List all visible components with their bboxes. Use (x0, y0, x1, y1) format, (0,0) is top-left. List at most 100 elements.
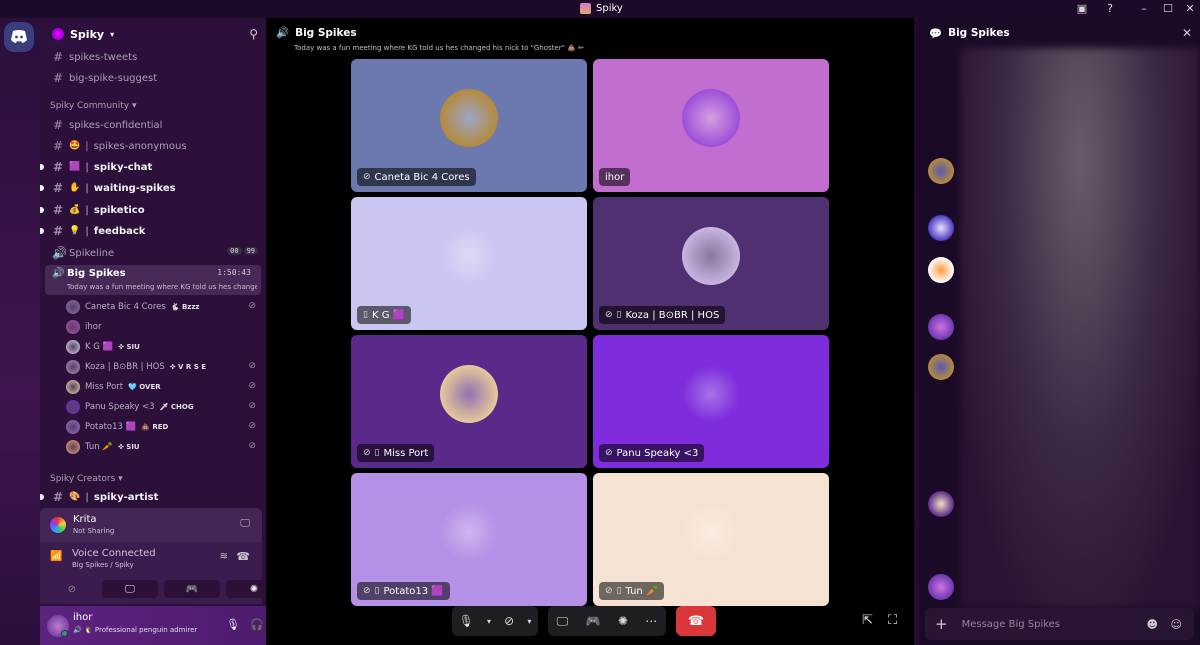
soundboard-icon[interactable]: ✺ (618, 614, 628, 628)
close-icon[interactable]: ✕ (1182, 26, 1192, 40)
participant-tile[interactable]: ihor (593, 59, 829, 192)
category-label: Spiky Creators (50, 474, 116, 484)
mobile-icon: ▯ (374, 448, 380, 458)
video-off-icon[interactable]: ⊘ (504, 614, 514, 628)
voice-member[interactable]: Caneta Bic 4 Cores 🐇 Bzzz ⊘ (66, 297, 262, 317)
separator: | (85, 225, 89, 237)
member-name: Miss Port (85, 382, 124, 392)
voice-member[interactable]: Miss Port 🩵 OVER ⊘ (66, 377, 262, 397)
member-tag: 💩 RED (141, 423, 169, 431)
discord-icon (11, 30, 27, 43)
channel-spikes-anonymous[interactable]: # 🤩 | spikes-anonymous (40, 136, 266, 156)
participant-name: K G 🟪 (371, 309, 406, 321)
participant-name: Koza | B⊙BR | HOS (625, 309, 720, 321)
avatar[interactable] (928, 215, 954, 241)
video-off-button[interactable]: ⊘ (44, 580, 100, 598)
participant-name-tag: ihor (599, 168, 631, 186)
invite-people-icon[interactable]: ⚲ (249, 27, 258, 41)
channel-label: spikes-tweets (69, 51, 138, 63)
category-spiky-creators[interactable]: Spiky Creators ▾ (50, 474, 123, 484)
chevron-down-icon[interactable]: ▾ (527, 617, 531, 626)
member-name: Panu Speaky <3 (85, 402, 155, 412)
voice-member[interactable]: Tun 🥕 ✜ SIU ⊘ (66, 437, 262, 457)
disconnect-icon[interactable]: ☎ (236, 550, 250, 563)
channel-spiketico[interactable]: # 💰 | spiketico (40, 200, 266, 220)
channel-spikes-tweets[interactable]: # spikes-tweets (40, 47, 266, 67)
screen-share-icon[interactable]: ▣ (1075, 2, 1089, 15)
deafened-icon: ⊘ (363, 586, 371, 596)
user-panel: ihor 🔊 🐧 Professional penguin admirer 🎙 … (40, 606, 302, 645)
server-icon (52, 28, 64, 40)
stage-title: Big Spikes (295, 26, 357, 39)
deafened-icon: ⊘ (363, 448, 371, 458)
end-call-button[interactable]: ☎ (676, 606, 716, 636)
minimize-button[interactable]: – (1137, 2, 1151, 15)
voice-channel-spikeline[interactable]: 🔊 Spikeline 00 99 (40, 243, 266, 263)
custom-status: 🔊 🐧 Professional penguin admirer (73, 626, 198, 634)
deafened-icon: ⊘ (248, 361, 256, 371)
message-input[interactable]: + Message Big Spikes ☻ ☺ (925, 608, 1194, 640)
channel-label: spiky-artist (93, 491, 159, 503)
voice-member[interactable]: Potato13 🟪 💩 RED ⊘ (66, 417, 262, 437)
discord-home-button[interactable] (4, 22, 34, 52)
participant-tile[interactable]: ⊘ ▯ Koza | B⊙BR | HOS (593, 197, 829, 330)
voice-channel-big-spikes[interactable]: 🔊 Big Spikes 1:50:43 Today was a fun mee… (45, 265, 261, 295)
help-icon[interactable]: ? (1103, 2, 1117, 15)
sticker-icon[interactable]: ☻ (1147, 618, 1158, 631)
channel-spiky-chat[interactable]: # 🟪 | spiky-chat (40, 157, 266, 177)
share-screen-button[interactable]: 🖵 (102, 580, 158, 598)
chevron-down-icon[interactable]: ▾ (487, 617, 491, 626)
emoji-icon[interactable]: ☺ (1171, 618, 1182, 631)
mic-icon[interactable]: 🎙 (226, 618, 240, 631)
noise-suppression-icon[interactable]: ≋ (220, 551, 228, 562)
unread-indicator (40, 494, 44, 500)
avatar (66, 400, 80, 414)
avatar[interactable] (928, 574, 954, 600)
avatar[interactable] (928, 354, 954, 380)
channel-big-spike-suggest[interactable]: # big-spike-suggest (40, 68, 266, 88)
channel-feedback[interactable]: # 💡 | feedback (40, 221, 266, 241)
signal-icon[interactable]: 📶 (50, 551, 62, 562)
channel-label: waiting-spikes (93, 182, 176, 194)
avatar[interactable] (928, 158, 954, 184)
channel-spikes-confidential[interactable]: # spikes-confidential (40, 115, 266, 135)
avatar (66, 300, 80, 314)
channel-spiky-artist[interactable]: # 🎨 | spiky-artist (40, 487, 266, 507)
participant-tile[interactable]: ⊘ ▯ Tun 🥕 (593, 473, 829, 606)
channel-waiting-spikes[interactable]: # ✋ | waiting-spikes (40, 178, 266, 198)
participant-tile[interactable]: ▯ K G 🟪 (351, 197, 587, 330)
voice-member[interactable]: K G 🟪 ✜ SIU (66, 337, 262, 357)
unread-indicator (40, 164, 44, 170)
avatar[interactable] (928, 257, 954, 283)
headphones-icon[interactable]: 🎧 (250, 618, 264, 631)
voice-status-sub[interactable]: Big Spikes / Spiky (72, 561, 134, 569)
participant-tile[interactable]: ⊘ ▯ Miss Port (351, 335, 587, 468)
chevron-down-icon: ▾ (110, 29, 115, 39)
avatar (440, 88, 498, 147)
participant-tile[interactable]: ⊘ ▯ Potato13 🟪 (351, 473, 587, 606)
avatar[interactable] (928, 314, 954, 340)
activities-button[interactable]: 🎮 (164, 580, 220, 598)
fullscreen-icon[interactable]: ⛶ (888, 613, 897, 628)
screen-share-icon[interactable]: 🖵 (557, 614, 569, 629)
user-count-badge: 00 99 (227, 247, 258, 255)
gamepad-icon[interactable]: 🎮 (586, 614, 601, 628)
add-attachment-icon[interactable]: + (935, 615, 948, 633)
participant-tile[interactable]: ⊘ Panu Speaky <3 (593, 335, 829, 468)
close-window-button[interactable]: ✕ (1183, 2, 1197, 15)
username: ihor (73, 612, 93, 623)
voice-status-title: Voice Connected (72, 548, 156, 559)
mic-icon[interactable]: 🎙 (459, 614, 474, 628)
more-icon[interactable]: ⋯ (645, 614, 657, 628)
pop-out-icon[interactable]: ⇱ (862, 613, 873, 628)
participant-tile[interactable]: ⊘ Caneta Bic 4 Cores (351, 59, 587, 192)
maximize-button[interactable]: ☐ (1161, 2, 1175, 15)
voice-member[interactable]: ihor (66, 317, 262, 337)
server-header[interactable]: Spiky ▾ ⚲ (40, 18, 266, 50)
voice-member[interactable]: Panu Speaky <3 🗡 CHOG ⊘ (66, 397, 262, 417)
voice-member[interactable]: Koza | B⊙BR | HOS ✜ V R S E ⊘ (66, 357, 262, 377)
unread-indicator (40, 228, 44, 234)
category-spiky-community[interactable]: Spiky Community ▾ (50, 101, 136, 111)
stream-icon[interactable]: 🖵 (240, 518, 250, 529)
avatar[interactable] (928, 491, 954, 517)
